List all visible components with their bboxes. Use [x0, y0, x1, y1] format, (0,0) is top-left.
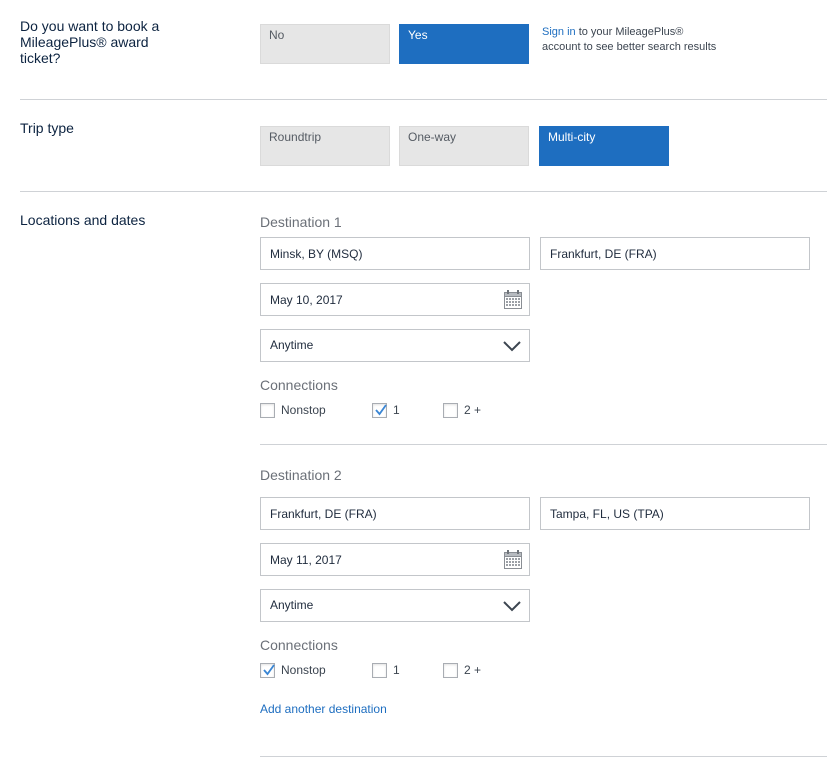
destination-2-to-input[interactable] [550, 498, 800, 529]
checkbox-box[interactable] [443, 402, 458, 418]
divider [260, 444, 827, 445]
checkmark-icon [375, 403, 387, 415]
award-question: Do you want to book a MileagePlus® award… [20, 18, 160, 66]
destination-2-connections-heading: Connections [260, 637, 338, 653]
destination-2-from-field[interactable] [260, 497, 530, 530]
destination-2-date-field[interactable] [260, 543, 530, 576]
destination-1-one-stop-checkbox[interactable]: 1 [372, 401, 400, 419]
destination-1-from-input[interactable] [270, 238, 520, 269]
checkbox-box[interactable] [260, 662, 275, 678]
calendar-icon[interactable] [504, 290, 522, 309]
destination-2-time-select[interactable]: Anytime [260, 589, 530, 622]
destination-1-time-select[interactable]: Anytime [260, 329, 530, 362]
destination-2-heading: Destination 2 [260, 467, 342, 483]
checkbox-box[interactable] [260, 402, 275, 418]
destination-1-to-input[interactable] [550, 238, 800, 269]
destination-1-date-input[interactable] [270, 284, 520, 315]
signin-link[interactable]: Sign in [542, 26, 576, 38]
chevron-down-icon [503, 601, 521, 612]
checkbox-label: 1 [393, 663, 400, 677]
checkbox-label: Nonstop [281, 663, 326, 677]
award-yes-button[interactable]: Yes [399, 24, 529, 64]
add-destination-link[interactable]: Add another destination [260, 702, 387, 716]
checkbox-label: Nonstop [281, 403, 326, 417]
award-no-button[interactable]: No [260, 24, 390, 64]
divider [260, 756, 827, 757]
checkbox-box[interactable] [443, 662, 458, 678]
destination-1-two-plus-checkbox[interactable]: 2 + [443, 401, 481, 419]
checkbox-label: 2 + [464, 663, 482, 677]
divider [20, 191, 827, 192]
destination-1-time-value: Anytime [270, 338, 314, 352]
checkbox-label: 2 + [464, 403, 482, 417]
destination-1-date-field[interactable] [260, 283, 530, 316]
destination-1-from-field[interactable] [260, 237, 530, 270]
trip-multicity-button[interactable]: Multi-city [539, 126, 669, 166]
divider [20, 99, 827, 100]
destination-2-to-field[interactable] [540, 497, 810, 530]
destination-1-nonstop-checkbox[interactable]: Nonstop [260, 401, 326, 419]
signin-note: Sign in to your MileagePlus® account to … [542, 25, 717, 55]
destination-1-heading: Destination 1 [260, 214, 342, 230]
destination-2-from-input[interactable] [270, 498, 520, 529]
trip-roundtrip-button[interactable]: Roundtrip [260, 126, 390, 166]
chevron-down-icon [503, 341, 521, 352]
destination-1-to-field[interactable] [540, 237, 810, 270]
trip-type-label: Trip type [20, 120, 74, 136]
checkbox-box[interactable] [372, 662, 387, 678]
destination-2-time-value: Anytime [270, 598, 314, 612]
trip-oneway-button[interactable]: One-way [399, 126, 529, 166]
checkmark-icon [263, 663, 275, 675]
destination-2-one-stop-checkbox[interactable]: 1 [372, 661, 400, 679]
destination-1-connections-heading: Connections [260, 377, 338, 393]
destination-2-nonstop-checkbox[interactable]: Nonstop [260, 661, 326, 679]
calendar-icon[interactable] [504, 550, 522, 569]
checkbox-label: 1 [393, 403, 400, 417]
destination-2-date-input[interactable] [270, 544, 520, 575]
checkbox-box[interactable] [372, 402, 387, 418]
destination-2-two-plus-checkbox[interactable]: 2 + [443, 661, 481, 679]
locations-label: Locations and dates [20, 212, 146, 228]
